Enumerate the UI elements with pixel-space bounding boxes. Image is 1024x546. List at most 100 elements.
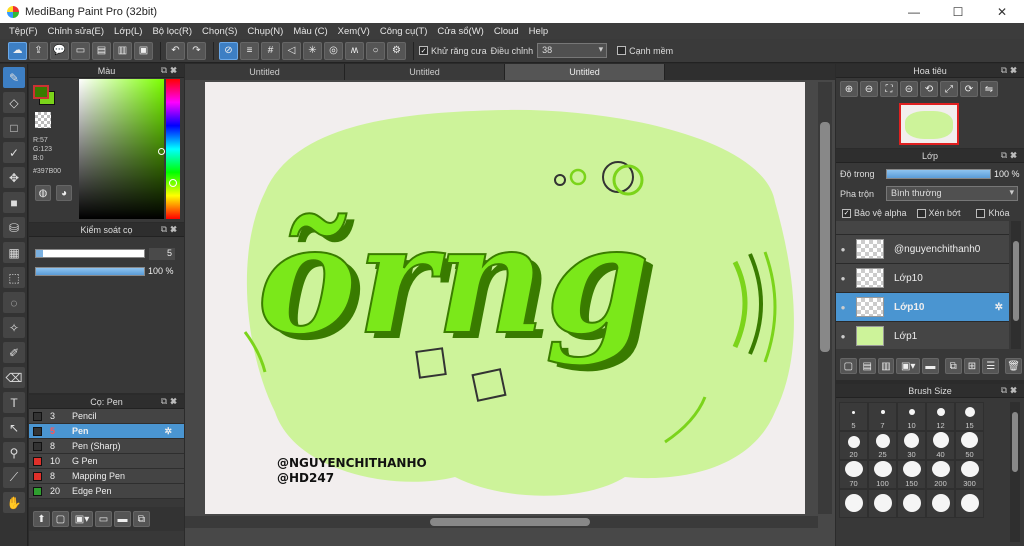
eraser-tool-icon[interactable]: ◇: [3, 92, 25, 113]
parallel-snap-icon[interactable]: ≡: [240, 41, 259, 60]
brush-size-option[interactable]: 40: [926, 431, 955, 460]
maximize-button[interactable]: ☐: [936, 0, 980, 23]
brush-size-scrollbar[interactable]: [1010, 402, 1020, 542]
fit-icon[interactable]: ⛶: [880, 81, 898, 97]
fg-color-swatch[interactable]: [33, 85, 49, 99]
brush-settings-icon[interactable]: ✲: [164, 426, 172, 437]
tab-document-2[interactable]: Untitled: [345, 64, 505, 80]
visibility-icon[interactable]: ●: [836, 274, 850, 283]
add-layer-menu-icon[interactable]: ▣▾: [896, 358, 921, 374]
brush-size-option[interactable]: 100: [868, 460, 897, 489]
opacity-slider[interactable]: [35, 267, 145, 276]
menu-filter[interactable]: Bộ lọc(R): [147, 26, 197, 37]
brush-menu-icon[interactable]: ▣▾: [71, 511, 93, 527]
layer-row-selected[interactable]: ● Lớp10 ✲: [836, 293, 1009, 322]
palette-icon[interactable]: ◍: [35, 185, 51, 201]
close-button[interactable]: ✕: [980, 0, 1024, 23]
select-tool-icon[interactable]: ⬚: [3, 267, 25, 288]
lasso-tool-icon[interactable]: ◌: [3, 292, 25, 313]
comment-icon[interactable]: 💬: [50, 41, 69, 60]
operation-tool-icon[interactable]: ↖: [3, 417, 25, 438]
layer-row[interactable]: ● Lớp10: [836, 264, 1009, 293]
add-brush-icon[interactable]: ⬆: [33, 511, 50, 527]
eyedropper-tool-icon[interactable]: ⚲: [3, 442, 25, 463]
brush-size-option[interactable]: 10: [897, 402, 926, 431]
move-tool-icon[interactable]: ✥: [3, 167, 25, 188]
redo-icon[interactable]: ↷: [187, 41, 206, 60]
clip-checkbox[interactable]: [916, 208, 926, 218]
menu-capture[interactable]: Chụp(N): [242, 26, 288, 37]
layer-opacity-slider[interactable]: [886, 169, 991, 179]
delete-layer-icon[interactable]: 🗑: [1005, 358, 1022, 374]
zoom-out-icon[interactable]: ⊖: [860, 81, 878, 97]
radial-snap-icon[interactable]: ✳: [303, 41, 322, 60]
panel-controls-icon[interactable]: ⧉✖: [1001, 385, 1020, 396]
size-slider[interactable]: [35, 249, 145, 258]
brush-size-option[interactable]: 25: [868, 431, 897, 460]
panel-controls-icon[interactable]: ⧉✖: [1001, 150, 1020, 161]
smooth-checkbox[interactable]: [617, 46, 627, 55]
new-8bit-layer-icon[interactable]: ▥: [877, 358, 895, 374]
chat-icon[interactable]: ▭: [71, 41, 90, 60]
vertical-scrollbar[interactable]: [818, 82, 832, 514]
folder-icon[interactable]: ▬: [114, 511, 131, 527]
divide-tool-icon[interactable]: ⟋: [3, 467, 25, 488]
brush-item[interactable]: 3 Pencil: [29, 409, 184, 424]
flip-icon[interactable]: ⇋: [980, 81, 998, 97]
horizontal-scrollbar[interactable]: [185, 516, 818, 528]
fullscreen-icon[interactable]: ⤢: [940, 81, 958, 97]
new-layer-icon[interactable]: ▢: [840, 358, 857, 374]
new-brush-icon[interactable]: ▢: [52, 511, 69, 527]
brush-item[interactable]: 8 Pen (Sharp): [29, 439, 184, 454]
color-wheel-icon[interactable]: ◕: [56, 185, 72, 201]
brush-size-option[interactable]: 300: [955, 460, 984, 489]
rotate-left-icon[interactable]: ⟲: [920, 81, 938, 97]
delete-brush-icon[interactable]: ▭: [95, 511, 112, 527]
gradient-tool-icon[interactable]: ▦: [3, 242, 25, 263]
brush-size-option[interactable]: 5: [839, 402, 868, 431]
panel-controls-icon[interactable]: ⧉✖: [1001, 65, 1020, 76]
menu-file[interactable]: Tệp(F): [4, 26, 43, 37]
menu-window[interactable]: Cửa sổ(W): [432, 26, 488, 37]
smudge-tool-icon[interactable]: ✓: [3, 142, 25, 163]
saturation-value-square[interactable]: [79, 79, 165, 219]
menu-select[interactable]: Chọn(S): [197, 26, 242, 37]
menu-layer[interactable]: Lớp(L): [109, 26, 147, 37]
size-value[interactable]: 5: [149, 248, 175, 260]
curve-snap-icon[interactable]: ʍ: [345, 41, 364, 60]
antialias-checkbox[interactable]: ✓: [419, 46, 428, 55]
image-icon[interactable]: ▣: [134, 41, 153, 60]
text-tool-icon[interactable]: T: [3, 392, 25, 413]
brush-size-option[interactable]: 20: [839, 431, 868, 460]
blend-mode-select[interactable]: Bình thường: [886, 186, 1018, 201]
brush-size-option[interactable]: 15: [955, 402, 984, 431]
menu-color[interactable]: Màu (C): [288, 26, 332, 37]
merge-layer-icon[interactable]: ⊞: [963, 358, 981, 374]
brush-size-option[interactable]: 70: [839, 460, 868, 489]
brush-size-option[interactable]: [955, 489, 984, 518]
duplicate-layer-icon[interactable]: ⧉: [944, 358, 962, 374]
hand-tool-icon[interactable]: ✋: [3, 492, 25, 513]
brush-size-option[interactable]: 12: [926, 402, 955, 431]
select-eraser-tool-icon[interactable]: ⌫: [3, 367, 25, 388]
brush-tool-icon[interactable]: ✎: [3, 67, 25, 88]
snap-settings-icon[interactable]: ⚙: [387, 41, 406, 60]
select-pen-tool-icon[interactable]: ✐: [3, 342, 25, 363]
circle-snap-icon[interactable]: ○: [366, 41, 385, 60]
brush-size-option[interactable]: 50: [955, 431, 984, 460]
fill-rect-tool-icon[interactable]: ■: [3, 192, 25, 213]
dot-tool-icon[interactable]: □: [3, 117, 25, 138]
perspective-snap-icon[interactable]: ◁: [282, 41, 301, 60]
drawing-canvas[interactable]: õrng õrng @NGUYENCHITHANHO @HD247: [205, 82, 805, 514]
layer-row[interactable]: [836, 221, 1009, 235]
brush-item[interactable]: 10 G Pen: [29, 454, 184, 469]
brush-size-option[interactable]: [839, 489, 868, 518]
tab-document-1[interactable]: Untitled: [185, 64, 345, 80]
copy-brush-icon[interactable]: ⧉: [133, 511, 150, 527]
concentric-snap-icon[interactable]: ◎: [324, 41, 343, 60]
panel-controls-icon[interactable]: ⧉✖: [161, 65, 180, 76]
new-halftone-layer-icon[interactable]: ▤: [858, 358, 876, 374]
brush-item[interactable]: 20 Edge Pen: [29, 484, 184, 499]
brush-size-option[interactable]: 150: [897, 460, 926, 489]
cloud-icon[interactable]: ☁: [8, 41, 27, 60]
